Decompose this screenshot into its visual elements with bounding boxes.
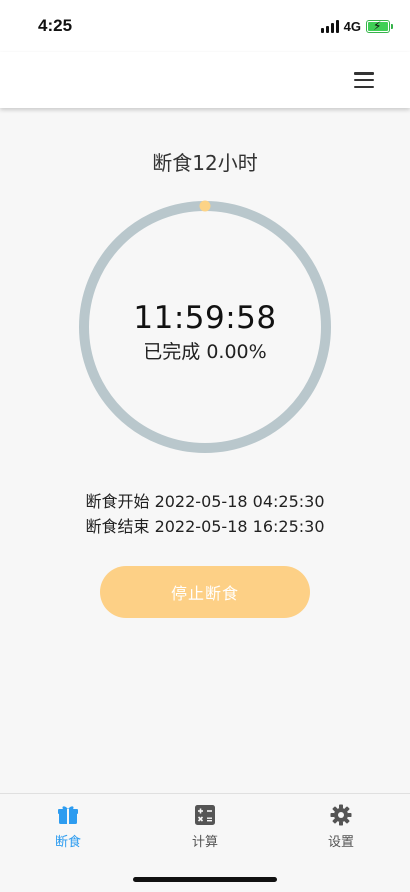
countdown-timer: 11:59:58 [133,300,277,336]
tab-settings[interactable]: 设置 [286,804,396,854]
home-indicator [133,877,277,882]
menu-icon[interactable] [354,72,374,88]
progress-dot [199,200,211,212]
gear-icon [330,804,352,826]
fasting-end-time: 断食结束 2022-05-18 16:25:30 [85,517,325,536]
tab-label: 计算 [191,835,218,850]
status-time: 4:25 [38,16,73,35]
status-indicators: 4G ⚡ [320,18,393,34]
nav-bar [0,52,410,108]
network-type: 4G [343,18,361,34]
tab-label: 设置 [327,835,354,850]
tab-label: 断食 [54,835,81,850]
tab-calculate[interactable]: 计算 [150,804,260,854]
stop-fasting-button[interactable]: 停止断食 [100,566,310,618]
signal-icon [320,19,339,33]
battery-icon: ⚡ [366,19,393,33]
plan-title: 断食12小时 [152,151,258,175]
status-bar: 4:25 4G ⚡ [0,0,410,52]
calculator-icon [195,805,215,825]
fasting-start-time: 断食开始 2022-05-18 04:25:30 [85,492,325,511]
tab-fasting[interactable]: 断食 [13,804,123,854]
gift-icon [58,806,78,824]
progress-percent: 已完成 0.00% [143,341,267,363]
